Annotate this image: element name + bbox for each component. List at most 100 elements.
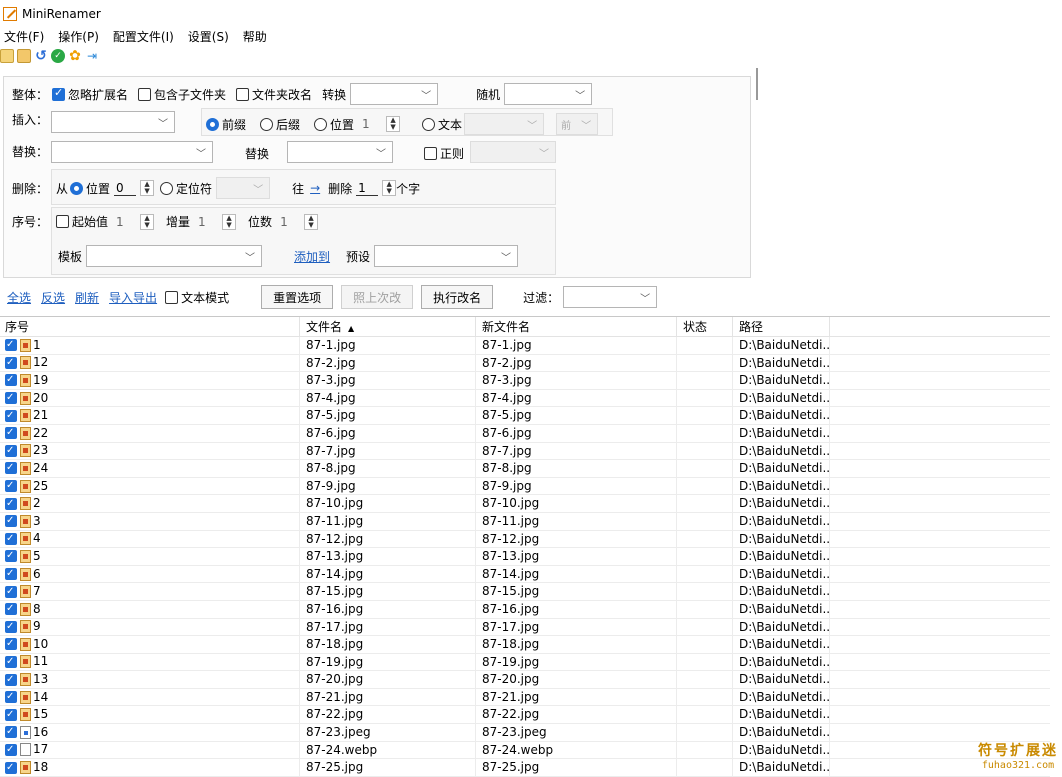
- table-row[interactable]: 6 87-14.jpg87-14.jpg D:\BaiduNetdi...: [0, 565, 1050, 584]
- insert-position-stepper[interactable]: 1 ▲ ▼: [360, 116, 401, 132]
- row-checkbox[interactable]: [5, 601, 17, 617]
- row-checkbox[interactable]: [5, 443, 17, 459]
- folder-rename-checkbox[interactable]: [236, 87, 250, 101]
- prefix-radio[interactable]: [206, 117, 219, 131]
- row-checkbox[interactable]: [5, 636, 17, 652]
- filter-select[interactable]: ﹀: [563, 286, 658, 308]
- digits-stepper[interactable]: 1 ▲ ▼: [278, 213, 319, 230]
- stepper-arrows-icon[interactable]: ▲ ▼: [140, 180, 155, 196]
- row-checkbox[interactable]: [5, 654, 17, 670]
- row-checkbox[interactable]: [5, 460, 17, 476]
- increment-stepper[interactable]: 1 ▲ ▼: [196, 213, 237, 230]
- row-checkbox[interactable]: [5, 689, 17, 705]
- template-select[interactable]: ﹀: [86, 245, 263, 267]
- insert-text-radio[interactable]: [422, 117, 436, 131]
- delete-position-radio[interactable]: [70, 181, 84, 195]
- table-row[interactable]: 3 87-11.jpg87-11.jpg D:\BaiduNetdi...: [0, 512, 1050, 531]
- add-to-link[interactable]: 添加到: [294, 248, 330, 265]
- row-checkbox[interactable]: [5, 566, 17, 582]
- table-row[interactable]: 14 87-21.jpg87-21.jpg D:\BaiduNetdi...: [0, 688, 1050, 707]
- table-row[interactable]: 25 87-9.jpg87-9.jpg D:\BaiduNetdi...: [0, 477, 1050, 496]
- table-row[interactable]: 24 87-8.jpg87-8.jpg D:\BaiduNetdi...: [0, 460, 1050, 478]
- delete-count-stepper[interactable]: 1 ▲ ▼: [356, 180, 397, 196]
- ignore-ext-checkbox[interactable]: [52, 86, 66, 101]
- stepper-arrows-icon[interactable]: ▲ ▼: [386, 116, 401, 132]
- import-export-link[interactable]: 导入导出: [109, 289, 157, 306]
- locator-select[interactable]: ﹀: [216, 177, 271, 199]
- row-checkbox[interactable]: [5, 742, 17, 758]
- table-row[interactable]: 10 87-18.jpg87-18.jpg D:\BaiduNetdi...: [0, 636, 1050, 654]
- convert-select[interactable]: ﹀: [350, 83, 439, 105]
- row-checkbox[interactable]: [5, 531, 17, 547]
- row-checkbox[interactable]: [5, 337, 17, 353]
- ok-icon[interactable]: ✓: [51, 49, 65, 63]
- col-filename[interactable]: 文件名 ▲: [300, 317, 476, 336]
- copy-icon[interactable]: [17, 49, 31, 63]
- delete-position-stepper[interactable]: 0 ▲ ▼: [114, 180, 155, 196]
- table-row[interactable]: 19 87-3.jpg87-3.jpg D:\BaiduNetdi...: [0, 372, 1050, 390]
- regex-select[interactable]: ﹀: [470, 141, 556, 163]
- select-all-link[interactable]: 全选: [7, 289, 31, 306]
- refresh-link[interactable]: 刷新: [75, 289, 99, 306]
- stepper-arrows-icon[interactable]: ▲ ▼: [140, 213, 155, 230]
- undo-icon[interactable]: ↺: [34, 49, 48, 63]
- text-mode-checkbox[interactable]: [165, 290, 179, 304]
- table-row[interactable]: 23 87-7.jpg87-7.jpg D:\BaiduNetdi...: [0, 442, 1050, 461]
- table-row[interactable]: 18 87-25.jpg87-25.jpg D:\BaiduNetdi...: [0, 759, 1050, 777]
- table-row[interactable]: 4 87-12.jpg87-12.jpg D:\BaiduNetdi...: [0, 530, 1050, 549]
- table-row[interactable]: 5 87-13.jpg87-13.jpg D:\BaiduNetdi...: [0, 548, 1050, 566]
- execute-button[interactable]: 执行改名: [421, 285, 494, 309]
- col-newname[interactable]: 新文件名: [476, 317, 677, 336]
- panel-scrollbar[interactable]: [756, 68, 758, 100]
- replace-find-input[interactable]: ﹀: [51, 141, 213, 163]
- include-sub-checkbox[interactable]: [138, 87, 152, 101]
- table-row[interactable]: 8 87-16.jpg87-16.jpg D:\BaiduNetdi...: [0, 600, 1050, 619]
- table-row[interactable]: 16 87-23.jpeg87-23.jpeg D:\BaiduNetdi...: [0, 724, 1050, 742]
- insert-front-select[interactable]: 前 ﹀: [556, 113, 599, 135]
- col-path[interactable]: 路径: [733, 317, 830, 336]
- start-stepper[interactable]: 1 ▲ ▼: [114, 213, 155, 230]
- invert-link[interactable]: 反选: [41, 289, 65, 306]
- table-row[interactable]: 15 87-22.jpg87-22.jpg D:\BaiduNetdi...: [0, 706, 1050, 725]
- regex-checkbox[interactable]: [424, 147, 437, 160]
- insert-position-radio[interactable]: [314, 117, 328, 131]
- row-checkbox[interactable]: [5, 425, 17, 441]
- row-checkbox[interactable]: [5, 372, 17, 388]
- row-checkbox[interactable]: [5, 724, 17, 740]
- locator-radio[interactable]: [160, 181, 174, 195]
- stepper-arrows-icon[interactable]: ▲ ▼: [382, 180, 397, 196]
- last-time-button[interactable]: 照上次改: [341, 285, 414, 309]
- row-checkbox[interactable]: [5, 390, 17, 406]
- pin-icon[interactable]: ⇥: [85, 49, 99, 63]
- menu-help[interactable]: 帮助: [243, 28, 267, 46]
- row-checkbox[interactable]: [5, 478, 17, 494]
- insert-input[interactable]: ﹀: [51, 111, 175, 133]
- menu-file[interactable]: 文件(F): [4, 28, 44, 46]
- table-row[interactable]: 7 87-15.jpg87-15.jpg D:\BaiduNetdi...: [0, 583, 1050, 601]
- reset-button[interactable]: 重置选项: [261, 285, 334, 309]
- menu-profile[interactable]: 配置文件(I): [113, 28, 174, 46]
- table-row[interactable]: 17 87-24.webp87-24.webp D:\BaiduNetdi...: [0, 741, 1050, 760]
- table-row[interactable]: 21 87-5.jpg87-5.jpg D:\BaiduNetdi...: [0, 407, 1050, 425]
- table-row[interactable]: 2 87-10.jpg87-10.jpg D:\BaiduNetdi...: [0, 495, 1050, 513]
- suffix-radio[interactable]: [260, 117, 274, 131]
- col-status[interactable]: 状态: [677, 317, 733, 336]
- row-checkbox[interactable]: [5, 583, 17, 600]
- table-row[interactable]: 9 87-17.jpg87-17.jpg D:\BaiduNetdi...: [0, 618, 1050, 637]
- row-checkbox[interactable]: [5, 513, 17, 529]
- col-seq[interactable]: 序号: [0, 317, 300, 336]
- table-row[interactable]: 12 87-2.jpg87-2.jpg D:\BaiduNetdi...: [0, 354, 1050, 373]
- menu-operation[interactable]: 操作(P): [58, 28, 99, 46]
- replace-with-input[interactable]: ﹀: [287, 141, 393, 163]
- page-icon[interactable]: [0, 49, 14, 63]
- row-checkbox[interactable]: [5, 619, 17, 635]
- insert-text-select[interactable]: ﹀: [464, 113, 545, 135]
- gear-icon[interactable]: ✿: [68, 49, 82, 63]
- table-row[interactable]: 20 87-4.jpg87-4.jpg D:\BaiduNetdi...: [0, 389, 1050, 408]
- random-select[interactable]: ﹀: [504, 83, 593, 105]
- row-checkbox[interactable]: [5, 548, 17, 564]
- table-row[interactable]: 11 87-19.jpg87-19.jpg D:\BaiduNetdi...: [0, 653, 1050, 672]
- table-row[interactable]: 13 87-20.jpg87-20.jpg D:\BaiduNetdi...: [0, 671, 1050, 689]
- direction-arrow-icon[interactable]: →: [310, 181, 320, 195]
- preset-select[interactable]: ﹀: [374, 245, 519, 267]
